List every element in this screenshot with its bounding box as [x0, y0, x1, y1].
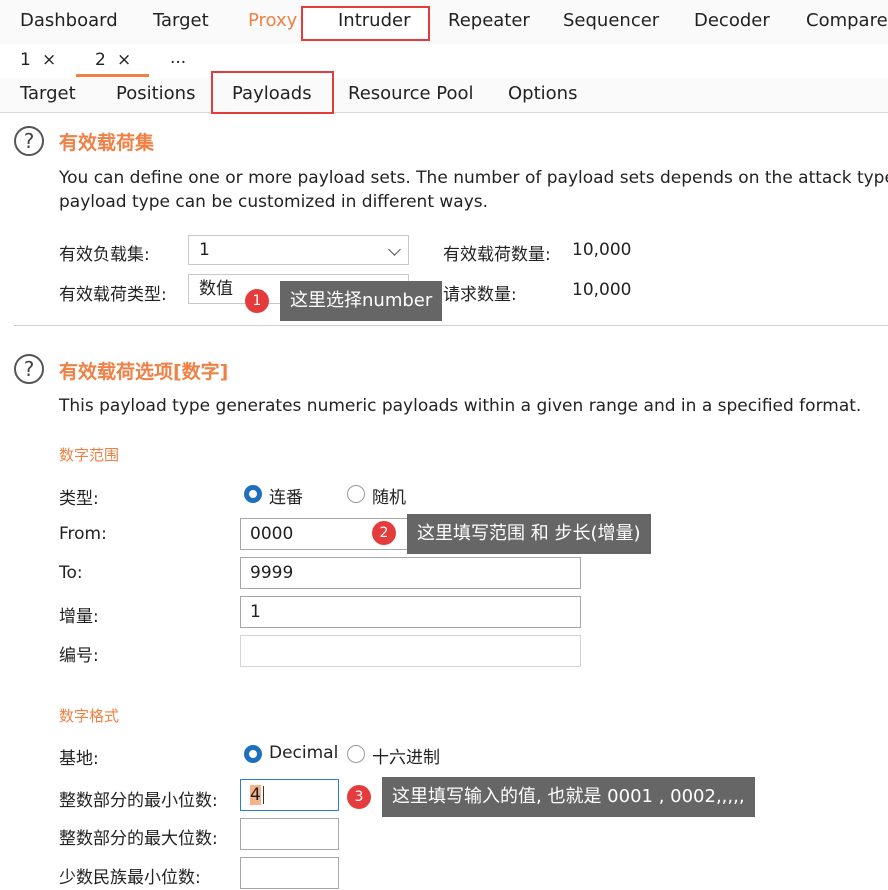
tab-intruder[interactable]: Intruder [338, 10, 410, 31]
tab-target[interactable]: Target [153, 10, 209, 31]
tab-proxy[interactable]: Proxy [248, 10, 297, 31]
tab-sequencer[interactable]: Sequencer [563, 10, 659, 31]
request-count-label: 请求数量: [443, 285, 517, 305]
decimal-label: Decimal [269, 743, 339, 763]
hex-radio[interactable] [347, 745, 365, 763]
max-integer-digits-input[interactable] [240, 818, 339, 850]
min-integer-digits-input[interactable]: 4 [240, 779, 339, 811]
callout-badge-2: 2 [372, 521, 396, 545]
help-icon[interactable]: ? [14, 126, 44, 156]
min-integer-digits-label: 整数部分的最小位数: [59, 791, 218, 811]
intruder-sub-tab-bar: Target Positions Payloads Resource Pool … [0, 78, 888, 113]
text-cursor [262, 786, 264, 804]
payload-set-select[interactable]: 1 [188, 235, 409, 265]
payload-sets-title: 有效载荷集 [59, 132, 155, 154]
random-radio[interactable] [347, 485, 365, 503]
attack-tab-2-label[interactable]: 2 [95, 50, 106, 70]
attack-tab-1-close-icon[interactable]: × [42, 50, 56, 70]
attack-tab-2-close-icon[interactable]: × [117, 50, 131, 70]
callout-3: 这里填写输入的值, 也就是 0001 , 0002,,,,, [382, 777, 755, 817]
payload-sets-description-1: You can define one or more payload sets.… [59, 168, 888, 188]
request-count-value: 10,000 [572, 280, 632, 300]
step-input[interactable]: 1 [240, 596, 581, 628]
min-fraction-digits-input[interactable] [240, 857, 339, 889]
payload-set-label: 有效负载集: [59, 245, 150, 265]
tab-dashboard[interactable]: Dashboard [20, 10, 118, 31]
sequential-radio[interactable] [244, 485, 262, 503]
callout-2: 这里填写范围 和 步长(增量) [407, 514, 651, 554]
payload-count-label: 有效载荷数量: [443, 245, 551, 265]
callout-badge-3: 3 [347, 785, 371, 809]
sequential-label: 连番 [269, 488, 303, 508]
subtab-target[interactable]: Target [20, 83, 76, 104]
subtab-positions[interactable]: Positions [116, 83, 195, 104]
payload-set-value: 1 [199, 240, 210, 260]
step-label: 增量: [59, 607, 99, 627]
chevron-down-icon [388, 243, 401, 256]
number-format-heading: 数字格式 [59, 707, 120, 725]
tab-repeater[interactable]: Repeater [448, 10, 530, 31]
to-label: To: [59, 563, 83, 583]
subtab-resource-pool[interactable]: Resource Pool [348, 83, 474, 104]
subtab-options[interactable]: Options [508, 83, 577, 104]
payload-options-title: 有效载荷选项[数字] [59, 361, 229, 383]
base-label: 基地: [59, 749, 99, 769]
section-divider [14, 325, 888, 326]
active-tab-indicator [76, 74, 149, 77]
to-input[interactable]: 9999 [240, 557, 581, 589]
callout-badge-1: 1 [245, 289, 269, 313]
callout-1: 这里选择number [280, 281, 443, 321]
number-type-label: 类型: [59, 489, 99, 509]
number-range-heading: 数字范围 [59, 446, 120, 464]
min-integer-digits-value: 4 [250, 785, 261, 805]
tab-decoder[interactable]: Decoder [694, 10, 770, 31]
help-icon[interactable]: ? [14, 354, 44, 384]
decimal-radio[interactable] [244, 745, 262, 763]
payload-type-label: 有效载荷类型: [59, 285, 167, 305]
how-many-label: 编号: [59, 646, 99, 666]
tab-comparer[interactable]: Comparer [806, 10, 888, 31]
attack-tab-1-label[interactable]: 1 [20, 50, 31, 70]
top-tab-bar: Dashboard Target Proxy Intruder Repeater… [0, 0, 888, 45]
attack-tab-new[interactable]: ... [170, 48, 186, 68]
from-label: From: [59, 524, 107, 544]
min-fraction-digits-label: 少数民族最小位数: [59, 868, 201, 888]
how-many-input[interactable] [240, 635, 581, 667]
random-label: 随机 [372, 488, 406, 508]
payload-options-description: This payload type generates numeric payl… [59, 396, 862, 416]
max-integer-digits-label: 整数部分的最大位数: [59, 829, 218, 849]
payload-sets-description-2: payload type can be customized in differ… [59, 192, 489, 212]
payloads-highlight-box [211, 71, 334, 114]
hex-label: 十六进制 [372, 748, 440, 768]
payload-type-value: 数值 [199, 279, 233, 299]
payload-count-value: 10,000 [572, 240, 632, 260]
